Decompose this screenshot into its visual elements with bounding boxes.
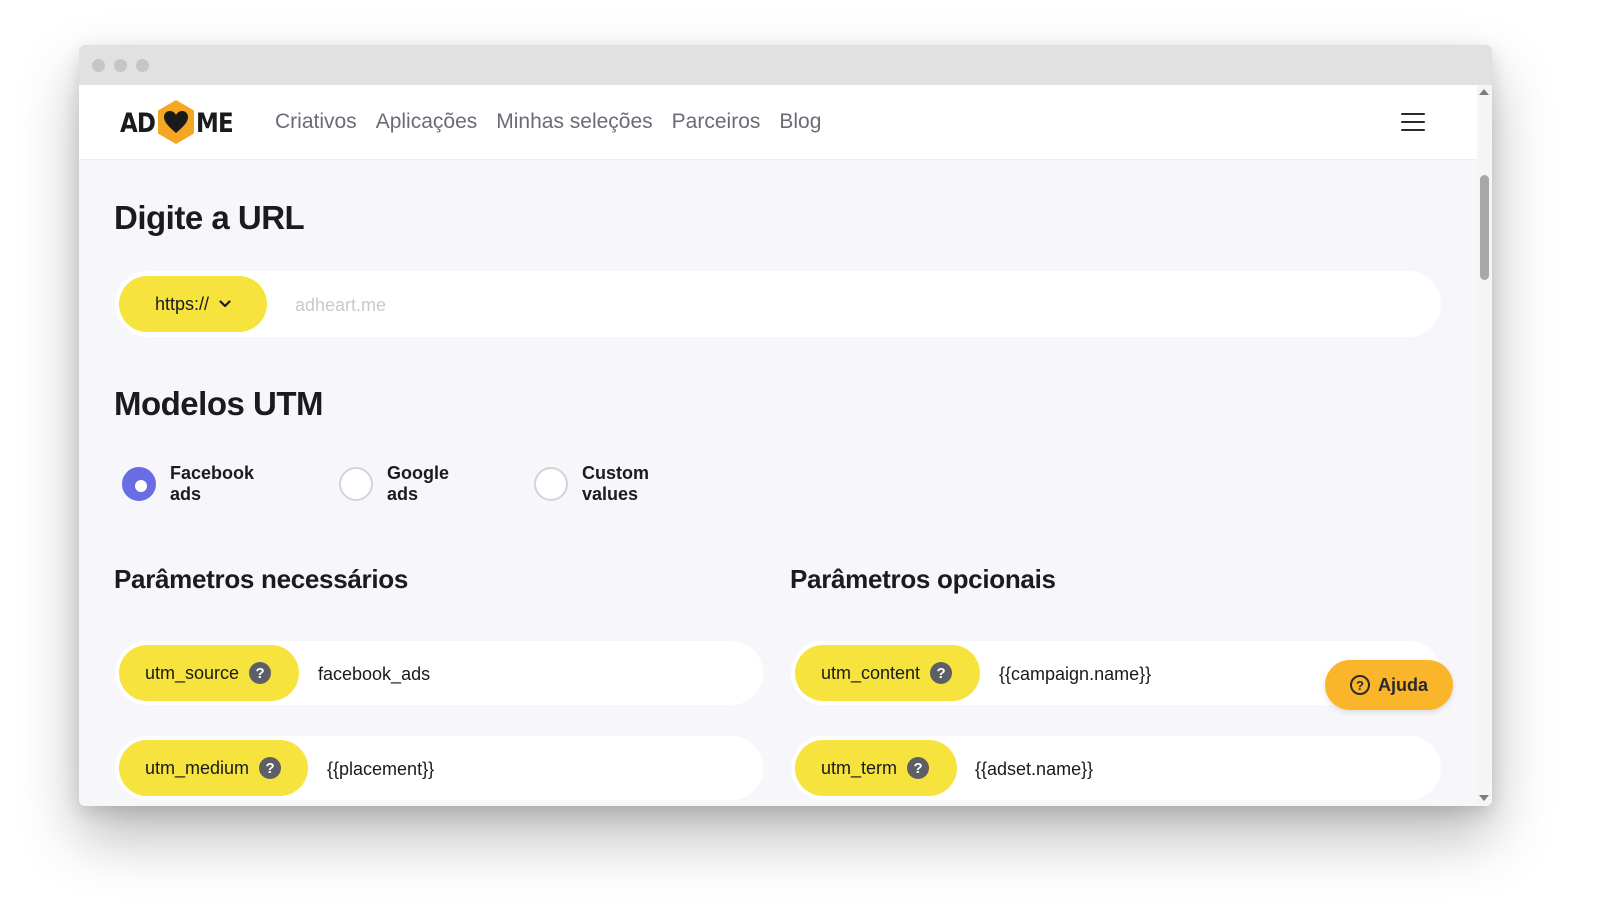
utm-models-title: Modelos UTM [114, 385, 323, 422]
window-titlebar [79, 45, 1492, 85]
browser-window: AD ME Criativos Aplicações Minhas seleçõ… [79, 45, 1492, 806]
window-maximize-dot[interactable] [136, 59, 149, 72]
radio-label-google-ads: Google ads [387, 463, 449, 504]
param-pill-utm-term: utm_term ? [795, 740, 957, 796]
url-input-row: https:// [115, 271, 1441, 337]
heart-hexagon-icon [158, 100, 194, 144]
nav-link-blog[interactable]: Blog [779, 110, 821, 134]
param-row-utm-source: utm_source ? [115, 641, 763, 705]
question-circle-icon: ? [1349, 675, 1370, 695]
utm-term-input[interactable] [973, 754, 1277, 784]
window-minimize-dot[interactable] [114, 59, 127, 72]
chevron-down-icon [219, 300, 231, 308]
url-section-title: Digite a URL [114, 199, 305, 236]
adheart-logo[interactable]: AD ME [120, 98, 240, 146]
help-question-icon[interactable]: ? [259, 757, 282, 779]
help-question-icon[interactable]: ? [249, 662, 272, 684]
logo-text-ad: AD [120, 108, 156, 139]
radio-selected-indicator [122, 467, 156, 501]
utm-medium-input[interactable] [325, 754, 629, 784]
param-row-utm-term: utm_term ? [791, 736, 1441, 800]
help-button-label: Ajuda [1377, 674, 1428, 695]
protocol-dropdown[interactable]: https:// [119, 276, 267, 332]
nav-link-parceiros[interactable]: Parceiros [672, 110, 761, 134]
radio-custom-values[interactable]: Custom values [534, 463, 649, 504]
optional-params-title: Parâmetros opcionais [790, 564, 1056, 594]
radio-label-facebook-ads: Facebook ads [170, 463, 255, 504]
nav-link-minhas-selecoes[interactable]: Minhas seleções [496, 110, 652, 134]
page-content: Digite a URL https:// Modelos UTM Facebo… [79, 160, 1477, 806]
param-row-utm-medium: utm_medium ? [115, 736, 763, 800]
utm-source-input[interactable] [316, 659, 620, 689]
radio-unselected-indicator [339, 467, 373, 501]
nav-link-aplicacoes[interactable]: Aplicações [376, 110, 478, 134]
help-question-icon[interactable]: ? [907, 757, 930, 779]
param-pill-utm-medium: utm_medium ? [119, 740, 308, 796]
param-name: utm_source [145, 662, 240, 683]
window-close-dot[interactable] [92, 59, 105, 72]
top-navbar: AD ME Criativos Aplicações Minhas seleçõ… [79, 85, 1477, 160]
scroll-down-arrow-icon[interactable] [1479, 795, 1489, 801]
param-name: utm_term [821, 757, 898, 778]
param-name: utm_content [821, 662, 921, 683]
help-question-icon[interactable]: ? [930, 662, 953, 684]
radio-label-custom-values: Custom values [582, 463, 649, 504]
url-input[interactable] [293, 289, 1397, 321]
protocol-label: https:// [154, 293, 210, 314]
required-params-title: Parâmetros necessários [114, 564, 409, 594]
radio-facebook-ads[interactable]: Facebook ads [122, 463, 255, 504]
param-name: utm_medium [145, 757, 250, 778]
param-pill-utm-source: utm_source ? [119, 645, 299, 701]
scroll-thumb[interactable] [1480, 175, 1489, 280]
logo-text-me: ME [196, 108, 234, 139]
hamburger-menu-icon[interactable] [1401, 113, 1425, 132]
main-nav: Criativos Aplicações Minhas seleções Par… [275, 110, 840, 134]
help-floating-button[interactable]: ? Ajuda [1325, 660, 1453, 710]
nav-link-criativos[interactable]: Criativos [275, 110, 357, 134]
radio-google-ads[interactable]: Google ads [339, 463, 449, 504]
scroll-up-arrow-icon[interactable] [1479, 89, 1489, 95]
vertical-scrollbar[interactable] [1477, 85, 1492, 806]
param-pill-utm-content: utm_content ? [795, 645, 980, 701]
radio-unselected-indicator [534, 467, 568, 501]
utm-content-input[interactable] [997, 659, 1301, 689]
